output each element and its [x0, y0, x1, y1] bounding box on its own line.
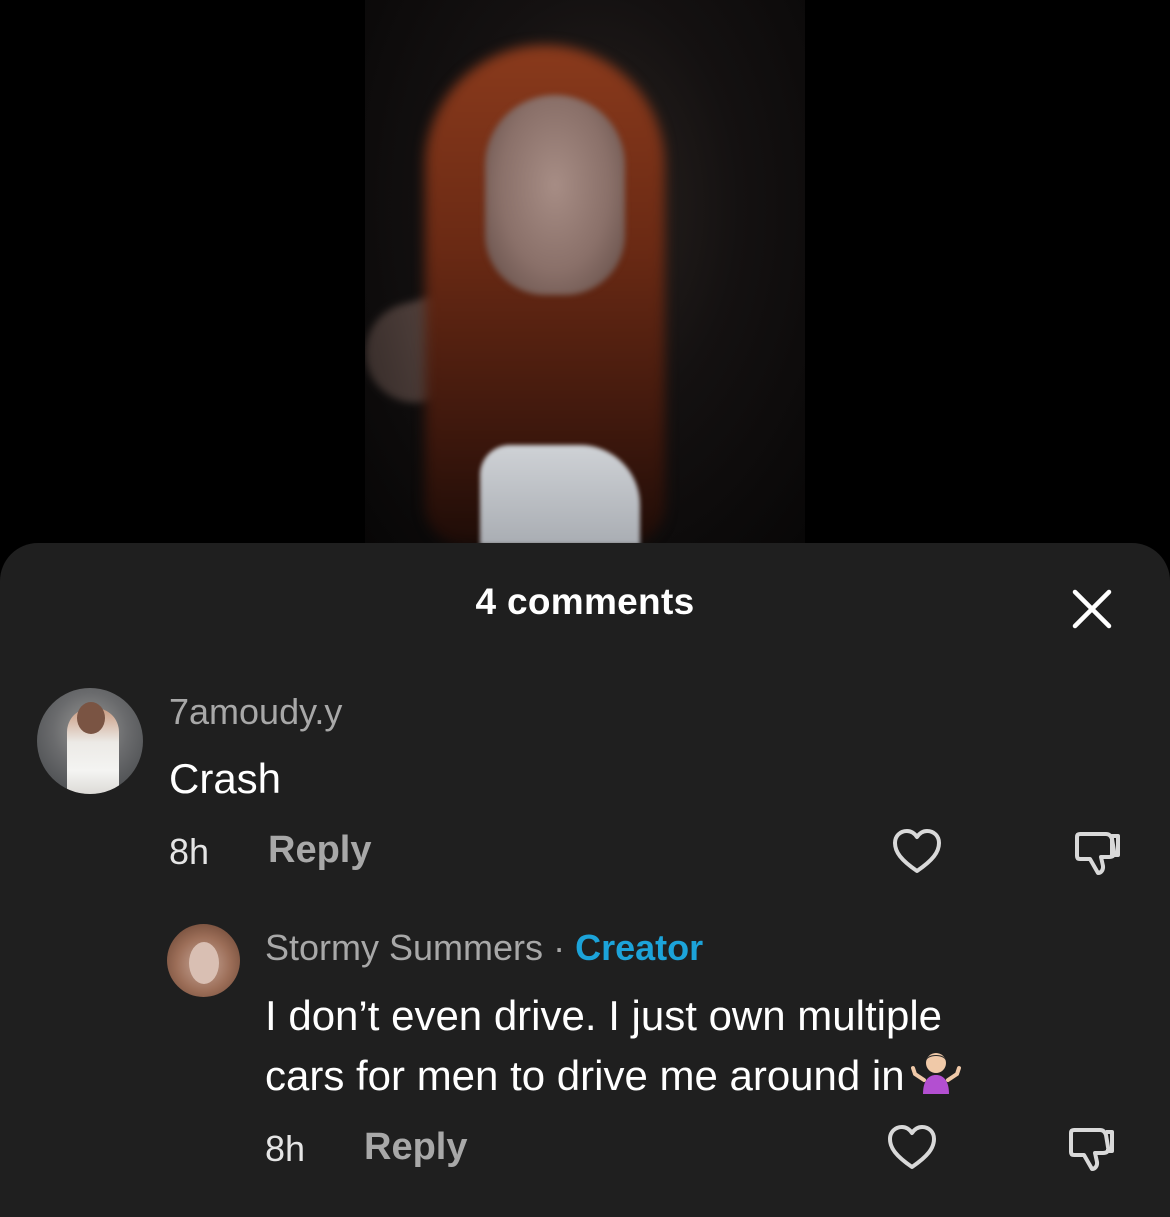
- comment-text: Crash: [169, 755, 282, 802]
- avatar[interactable]: [167, 924, 240, 997]
- comment-text: I don’t even drive. I just own multiple …: [265, 986, 1085, 1106]
- heart-outline-icon: [888, 1125, 936, 1169]
- comment-text-line: cars for men to drive me around in: [265, 1046, 1085, 1106]
- like-button[interactable]: [884, 1120, 940, 1176]
- close-icon: [1072, 589, 1112, 629]
- username-text[interactable]: Stormy Summers: [265, 927, 543, 968]
- comment-timestamp: 8h: [169, 831, 210, 872]
- comments-sheet: 4 comments 7amoudy.y Crash 8h Reply Stor…: [0, 543, 1170, 1217]
- video-figure-shirt: [480, 445, 640, 545]
- video-player[interactable]: [365, 0, 805, 545]
- comment-timestamp: 8h: [265, 1128, 306, 1169]
- app-viewport: 4 comments 7amoudy.y Crash 8h Reply Stor…: [0, 0, 1170, 1217]
- reply-button[interactable]: Reply: [268, 829, 371, 872]
- video-figure-face: [485, 95, 625, 295]
- comment-username[interactable]: 7amoudy.y: [169, 691, 342, 733]
- reply-button[interactable]: Reply: [364, 1126, 467, 1169]
- dislike-button[interactable]: [1070, 824, 1126, 880]
- like-button[interactable]: [889, 824, 945, 880]
- comments-count-title: 4 comments: [475, 581, 695, 622]
- creator-badge: Creator: [575, 927, 704, 968]
- separator-dot: ·: [553, 927, 566, 968]
- comment-text-line: I don’t even drive. I just own multiple: [265, 992, 943, 1039]
- avatar[interactable]: [37, 688, 143, 794]
- heart-outline-icon: [893, 829, 941, 873]
- comment-username[interactable]: Stormy Summers · Creator: [265, 927, 703, 969]
- thumbs-down-icon: [1069, 1128, 1114, 1171]
- close-button[interactable]: [1066, 583, 1118, 635]
- thumbs-down-icon: [1075, 832, 1120, 875]
- person-shrugging-emoji-icon: [910, 1053, 961, 1094]
- dislike-button[interactable]: [1064, 1120, 1120, 1176]
